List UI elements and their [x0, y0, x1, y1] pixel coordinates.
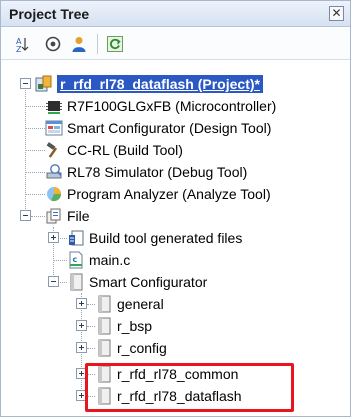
- smart-configurator-icon: [45, 120, 63, 136]
- tree-item-label: Smart Configurator: [89, 274, 208, 290]
- tree-item-build-tool[interactable]: CC-RL (Build Tool): [45, 139, 183, 161]
- generated-files-icon: [69, 230, 84, 246]
- tree-item-main-c[interactable]: c main.c: [67, 249, 130, 271]
- debug-tool-icon: [46, 164, 62, 179]
- folder-icon: [98, 295, 111, 313]
- tree-item-label: r_rfd_rl78_dataflash (Project)*: [57, 75, 263, 93]
- tree-item-label: Smart Configurator (Design Tool): [67, 120, 272, 136]
- analyzer-icon: [47, 187, 62, 202]
- expand-toggle[interactable]: [76, 320, 87, 331]
- tree-item-analyze-tool[interactable]: Program Analyzer (Analyze Tool): [45, 183, 271, 205]
- tree-line: [31, 216, 45, 217]
- tree-item-general[interactable]: general: [95, 293, 164, 315]
- hammer-icon: [46, 142, 58, 158]
- svg-text:Z: Z: [16, 45, 22, 53]
- folder-icon: [70, 273, 83, 291]
- tree-item-r-bsp[interactable]: r_bsp: [95, 315, 152, 337]
- tree-item-label: CC-RL (Build Tool): [67, 142, 183, 158]
- tree-line: [25, 106, 45, 107]
- project-icon: [35, 75, 52, 92]
- tree-item-build-generated[interactable]: Build tool generated files: [67, 227, 242, 249]
- tree-line: [87, 348, 95, 349]
- collapse-toggle[interactable]: [20, 78, 31, 89]
- toolbar-separator: [97, 34, 98, 54]
- refresh-button[interactable]: [103, 32, 127, 56]
- tree-line: [25, 194, 45, 195]
- tree-item-label: RL78 Simulator (Debug Tool): [67, 164, 248, 180]
- tree-line: [53, 260, 67, 261]
- tree-line: [87, 326, 95, 327]
- tree-item-microcontroller[interactable]: R7F100GLGxFB (Microcontroller): [45, 95, 276, 117]
- tree-line: [60, 282, 67, 283]
- properties-button[interactable]: [41, 32, 65, 56]
- microcontroller-icon: [46, 101, 62, 114]
- tree-item-smart-configurator[interactable]: Smart Configurator: [67, 271, 207, 293]
- properties-icon: [45, 36, 61, 52]
- tree-item-label: Build tool generated files: [89, 230, 243, 246]
- file-folder-icon: [46, 208, 61, 224]
- tree-item-file[interactable]: File: [45, 205, 90, 227]
- tree-item-smart-configurator-tool[interactable]: Smart Configurator (Design Tool): [45, 117, 271, 139]
- tree-item-label: general: [117, 296, 164, 312]
- tree-item-label: R7F100GLGxFB (Microcontroller): [67, 98, 277, 114]
- expand-toggle[interactable]: [76, 342, 87, 353]
- tree-item-label: r_bsp: [117, 318, 153, 334]
- svg-text:c: c: [73, 255, 78, 264]
- c-source-file-icon: c: [69, 251, 83, 269]
- tree-item-label: Program Analyzer (Analyze Tool): [67, 186, 271, 202]
- tree-item-label: r_config: [117, 340, 167, 356]
- folder-icon: [98, 317, 111, 335]
- close-button[interactable]: ✕: [329, 6, 344, 21]
- tree-line: [87, 304, 95, 305]
- user-button[interactable]: [67, 32, 91, 56]
- refresh-icon: [107, 36, 123, 52]
- tree-item-label: File: [67, 208, 90, 224]
- tree-line: [25, 150, 45, 151]
- folder-icon: [98, 339, 111, 357]
- collapse-toggle[interactable]: [48, 276, 59, 287]
- tree-item-debug-tool[interactable]: RL78 Simulator (Debug Tool): [45, 161, 247, 183]
- sort-button[interactable]: A Z: [9, 32, 33, 56]
- tree-line: [25, 172, 45, 173]
- tree-line: [25, 128, 45, 129]
- tree-item-project[interactable]: r_rfd_rl78_dataflash (Project)*: [35, 73, 263, 95]
- expand-toggle[interactable]: [76, 298, 87, 309]
- project-tree-panel: Project Tree ✕ A Z r_rfd_rl78_dataflash …: [0, 0, 351, 417]
- tree-item-label: main.c: [89, 252, 131, 268]
- tree-toolbar: A Z: [1, 28, 350, 60]
- panel-titlebar: Project Tree ✕: [1, 1, 350, 27]
- highlight-box: [85, 363, 294, 412]
- expand-toggle[interactable]: [48, 232, 59, 243]
- sort-icon: A Z: [16, 37, 29, 53]
- collapse-toggle[interactable]: [20, 210, 31, 221]
- tree-item-r-config[interactable]: r_config: [95, 337, 167, 359]
- panel-title: Project Tree: [9, 6, 90, 22]
- user-icon: [72, 37, 86, 52]
